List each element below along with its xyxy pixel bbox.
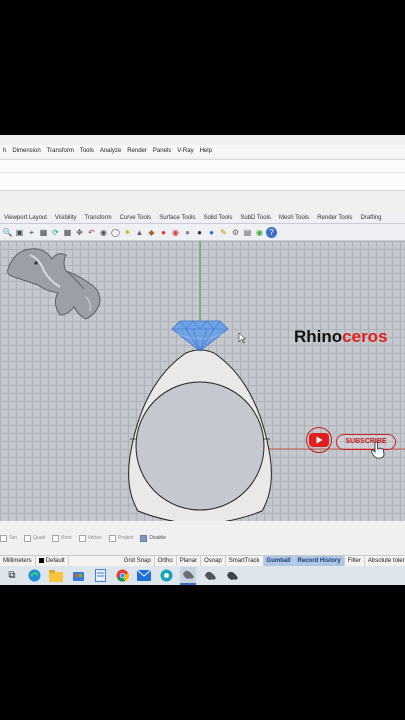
osnap-tan[interactable]: Tan [0, 534, 17, 542]
perspective-viewport[interactable]: Rhinoceros SUBSCRIBE [0, 241, 405, 521]
mouse-cursor [238, 332, 247, 344]
subscribe-label: SUBSCRIBE [345, 438, 387, 445]
render-icon[interactable]: ◉ [170, 227, 181, 238]
color-icon[interactable]: ● [158, 227, 169, 238]
menu-bar: h Dimension Transform Tools Analyze Rend… [0, 145, 405, 157]
checkbox-checked-icon[interactable] [140, 534, 148, 542]
menu-item-dimension[interactable]: Dimension [9, 148, 43, 154]
windows-taskbar: ⧉ [0, 566, 405, 585]
help-icon[interactable]: ? [266, 226, 277, 238]
rhino-app-icon-2[interactable] [202, 568, 218, 584]
grid-icon[interactable]: ▦ [62, 227, 73, 238]
checkbox-icon[interactable] [52, 534, 60, 542]
command-input[interactable] [0, 172, 405, 181]
tab-drafting[interactable]: Drafting [356, 213, 385, 223]
menu-item-analyze[interactable]: Analyze [97, 148, 124, 154]
subscribe-button[interactable]: SUBSCRIBE [336, 434, 396, 450]
settings-icon[interactable]: ⚙ [230, 227, 241, 238]
osnap-knot[interactable]: Knot [52, 534, 72, 542]
tab-curve-tools[interactable]: Curve Tools [116, 213, 156, 223]
sphere-dark-icon[interactable]: ● [194, 227, 205, 238]
texture-icon[interactable]: ◉ [254, 227, 265, 238]
pan-icon[interactable]: ✥ [74, 227, 85, 238]
light-icon[interactable]: ☀ [122, 227, 133, 238]
layer-color-swatch [38, 557, 44, 563]
rhino-window: h Dimension Transform Tools Analyze Rend… [0, 135, 405, 585]
notepad-icon[interactable] [92, 568, 108, 584]
checkbox-icon[interactable] [78, 534, 86, 542]
view-toolbar: 🔍 ▣ ⌖ ▦ ⟳ ▦ ✥ ↶ ◉ ◯ ☀ ▲ ◆ ● ◉ ● ● ● ✎ ⚙ … [0, 224, 405, 241]
menu-item-panels[interactable]: Panels [150, 148, 174, 154]
subscribe-overlay[interactable]: SUBSCRIBE [304, 427, 396, 459]
chrome-icon[interactable] [114, 568, 130, 584]
menu-item-h[interactable]: h [0, 148, 9, 154]
tab-surface-tools[interactable]: Surface Tools [155, 213, 199, 223]
sphere-icon[interactable]: ● [182, 227, 193, 238]
render-preview-icon[interactable]: ● [206, 227, 217, 238]
osnap-project[interactable]: Project [108, 534, 133, 542]
logo-text-black: Rhino [294, 327, 343, 346]
file-explorer-icon[interactable] [48, 568, 64, 584]
menu-item-render[interactable]: Render [124, 148, 150, 154]
zoom-selected-icon[interactable]: ▦ [38, 227, 49, 238]
rhino-app-icon[interactable] [180, 566, 196, 585]
tab-mesh-tools[interactable]: Mesh Tools [275, 213, 313, 223]
tab-transform[interactable]: Transform [80, 213, 115, 223]
edge-icon[interactable] [26, 568, 42, 584]
mail-icon[interactable] [136, 568, 152, 584]
osnap-disable[interactable]: Disable [140, 534, 166, 542]
osnap-vertex[interactable]: Vertex [78, 534, 102, 542]
pencil-icon[interactable]: ✎ [218, 227, 229, 238]
zoom-extents-icon[interactable]: ⌖ [26, 227, 37, 238]
checkbox-icon[interactable] [0, 534, 7, 542]
lock-icon[interactable]: ▲ [134, 227, 145, 238]
windows-icon[interactable] [158, 568, 174, 584]
osnap-quad[interactable]: Quad [24, 534, 45, 542]
ring-inner-hole [135, 381, 265, 511]
undo-view-icon[interactable]: ↶ [86, 227, 97, 238]
tab-render-tools[interactable]: Render Tools [313, 213, 356, 223]
menu-item-transform[interactable]: Transform [44, 148, 77, 154]
layers-icon[interactable]: ▤ [242, 227, 253, 238]
store-icon[interactable] [70, 568, 86, 584]
rhino-app-icon-3[interactable] [224, 568, 240, 584]
diamond-gem [171, 320, 229, 352]
osnap-bar: Tan Quad Knot Vertex Project Disable [0, 532, 405, 544]
menu-item-help[interactable]: Help [197, 148, 215, 154]
tab-viewport-layout[interactable]: Viewport Layout [0, 213, 51, 223]
rhinoceros-logo-text: Rhinoceros [294, 327, 388, 347]
material-icon[interactable]: ◆ [146, 227, 157, 238]
youtube-icon [306, 427, 332, 453]
checkbox-icon[interactable] [108, 534, 116, 542]
tab-visibility[interactable]: Visibility [51, 213, 81, 223]
toolbar-tabs: Viewport Layout Visibility Transform Cur… [0, 213, 405, 224]
menu-item-tools[interactable]: Tools [77, 148, 97, 154]
logo-text-red: ceros [342, 327, 388, 346]
checkbox-icon[interactable] [24, 534, 32, 542]
named-views-icon[interactable]: ◉ [98, 227, 109, 238]
viewport-icon[interactable]: ◯ [110, 227, 121, 238]
command-history [0, 159, 405, 191]
tab-subd-tools[interactable]: SubD Tools [236, 213, 275, 223]
hand-cursor-icon [371, 441, 385, 459]
zoom-window-icon[interactable]: ▣ [14, 227, 25, 238]
task-view-icon[interactable]: ⧉ [4, 568, 20, 584]
menu-item-vray[interactable]: V-Ray [174, 148, 196, 154]
zoom-icon[interactable]: 🔍 [2, 227, 13, 238]
rotate-view-icon[interactable]: ⟳ [50, 227, 61, 238]
tab-solid-tools[interactable]: Solid Tools [199, 213, 236, 223]
rhino-logo-icon [7, 248, 101, 320]
